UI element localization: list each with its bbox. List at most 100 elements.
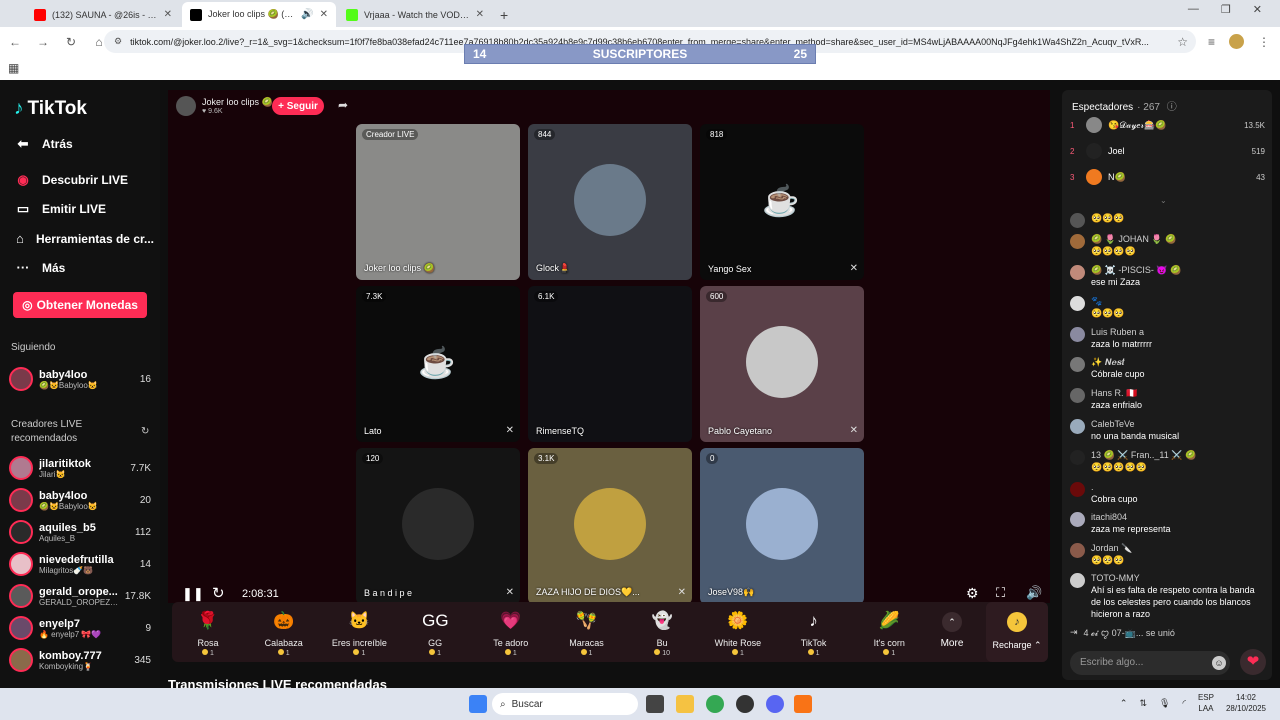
- app-icon[interactable]: [794, 695, 812, 713]
- site-info-icon[interactable]: ⚙: [114, 36, 122, 47]
- file-explorer-icon[interactable]: [676, 695, 694, 713]
- mic-icon[interactable]: 🎙: [1159, 698, 1170, 709]
- following-user[interactable]: baby4loo 🥝😺Babyloo😺 16: [9, 365, 151, 393]
- recharge-button[interactable]: ♪ Recharge ⌃: [986, 602, 1048, 662]
- top-viewer-row[interactable]: 1 😘𝒟𝒶𝓎𝑒𝓇🎰🥝 13.5K: [1070, 116, 1265, 134]
- windows-start-icon[interactable]: [469, 695, 487, 713]
- gift-item[interactable]: GG GG 1: [402, 608, 468, 657]
- share-icon[interactable]: ➦: [338, 98, 348, 112]
- clock[interactable]: 14:02 28/10/2025: [1226, 692, 1266, 714]
- menu-icon[interactable]: ⋮: [1258, 35, 1270, 49]
- volume-icon[interactable]: 🔊: [1026, 585, 1042, 601]
- more-gifts-button[interactable]: ⌃ More: [932, 612, 972, 649]
- creator-item[interactable]: aquiles_b5 Aquiles_B 112: [9, 518, 151, 546]
- expand-chevron-icon[interactable]: ⌄: [1160, 196, 1167, 205]
- guest-cell[interactable]: 0 JoseV98🙌: [700, 448, 864, 604]
- tiktok-logo[interactable]: ♪ TikTok: [14, 98, 87, 120]
- tab-tiktok[interactable]: Joker loo clips 🥝 (@joker.l 🔊 ✕: [182, 2, 336, 27]
- avatar[interactable]: [1070, 450, 1085, 465]
- tab-youtube[interactable]: (132) SAUNA - @26is - YouTube ✕: [26, 2, 180, 27]
- avatar[interactable]: [1070, 357, 1085, 372]
- network-icon[interactable]: ⇅: [1139, 698, 1147, 709]
- info-icon[interactable]: ⓘ: [1167, 102, 1177, 113]
- reload-icon[interactable]: ↻: [64, 35, 78, 49]
- discord-icon[interactable]: [766, 695, 784, 713]
- avatar[interactable]: [1070, 234, 1085, 249]
- chat-input[interactable]: Escribe algo...: [1070, 651, 1230, 675]
- avatar[interactable]: [1070, 482, 1085, 497]
- like-heart-icon[interactable]: ❤: [1240, 649, 1266, 675]
- tab-kick[interactable]: Vrjaaa - Watch the VOD on Kic ✕: [338, 2, 492, 27]
- fullscreen-icon[interactable]: ⛶: [996, 585, 1005, 601]
- close-icon[interactable]: ✕: [320, 9, 328, 20]
- nav-go-live[interactable]: ▭ Emitir LIVE: [14, 201, 154, 217]
- avatar[interactable]: [1070, 543, 1085, 558]
- guest-cell[interactable]: Creador LIVE Joker loo clips 🥝: [356, 124, 520, 280]
- refresh-stream-icon[interactable]: ↻: [212, 584, 225, 602]
- creator-item[interactable]: gerald_orope... GERALD_OROPEZA... 17.8K: [9, 582, 151, 610]
- guest-cell[interactable]: 600 Pablo Cayetano ✕: [700, 286, 864, 442]
- pause-icon[interactable]: ❚❚: [182, 586, 204, 602]
- avatar[interactable]: [1070, 573, 1085, 588]
- gift-item[interactable]: 👻 Bu 10: [629, 608, 695, 657]
- guest-cell[interactable]: 3.1K ZAZA HIJO DE DIOS💛... ✕: [528, 448, 692, 604]
- host-info[interactable]: Joker loo clips 🥝 ♥ 9.6K: [176, 96, 273, 116]
- gift-item[interactable]: 💗 Te adoro 1: [478, 608, 544, 657]
- nav-back[interactable]: ⬅ Atrás: [14, 136, 154, 152]
- gift-item[interactable]: 🌼 White Rose 1: [705, 608, 771, 657]
- new-tab-button[interactable]: +: [500, 7, 508, 23]
- gift-item[interactable]: 🪇 Maracas 1: [554, 608, 620, 657]
- guest-cell[interactable]: 6.1K RimenseTQ: [528, 286, 692, 442]
- guest-cell[interactable]: 844 Glock💄: [528, 124, 692, 280]
- nav-discover-live[interactable]: ◉ Descubrir LIVE: [14, 172, 154, 188]
- task-view-icon[interactable]: [646, 695, 664, 713]
- close-icon[interactable]: ✕: [476, 9, 484, 20]
- close-window-icon[interactable]: ✕: [1253, 3, 1262, 16]
- wifi-icon[interactable]: ◜: [1182, 698, 1186, 709]
- guest-cell[interactable]: ☕ 818 Yango Sex ✕: [700, 124, 864, 280]
- tray-chevron-icon[interactable]: ⌃: [1120, 698, 1128, 709]
- gift-item[interactable]: ♪ TikTok 1: [781, 608, 847, 657]
- get-coins-button[interactable]: ◎ Obtener Monedas: [13, 292, 147, 318]
- follow-button[interactable]: + Seguir: [272, 97, 324, 115]
- obs-icon[interactable]: [736, 695, 754, 713]
- gift-item[interactable]: 🐱 Eres increíble 1: [326, 608, 392, 657]
- creator-item[interactable]: baby4loo 🥝😺Babyloo😺 20: [9, 486, 151, 514]
- back-icon[interactable]: ←: [8, 35, 22, 49]
- close-icon[interactable]: ✕: [164, 9, 172, 20]
- star-icon[interactable]: ☆: [1177, 35, 1188, 49]
- creator-item[interactable]: nievedefrutilla Milagritos🍼🐻 14: [9, 550, 151, 578]
- refresh-icon[interactable]: ↻: [141, 426, 149, 437]
- profile-avatar[interactable]: [1229, 34, 1244, 49]
- creator-item[interactable]: komboy.777 Komboyking🍹 345: [9, 646, 151, 674]
- gift-item[interactable]: 🌽 It's corn 1: [856, 608, 922, 657]
- top-viewer-row[interactable]: 3 N🥝 43: [1070, 168, 1265, 186]
- avatar[interactable]: [1070, 388, 1085, 403]
- avatar[interactable]: [1070, 265, 1085, 280]
- emoji-icon[interactable]: ☺: [1212, 656, 1226, 670]
- avatar[interactable]: [1070, 327, 1085, 342]
- guest-cell[interactable]: ☕ 7.3K Lato ✕: [356, 286, 520, 442]
- nav-more[interactable]: ··· Más: [14, 260, 154, 275]
- apps-grid-icon[interactable]: ▦: [8, 61, 19, 75]
- language-indicator[interactable]: ESP LAA: [1198, 692, 1214, 714]
- avatar[interactable]: [1070, 213, 1085, 228]
- restore-icon[interactable]: ❐: [1221, 3, 1231, 16]
- nav-creator-tools[interactable]: ⌂ Herramientas de cr...: [14, 231, 154, 246]
- avatar[interactable]: [1070, 512, 1085, 527]
- minimize-icon[interactable]: —: [1188, 3, 1199, 16]
- reading-list-icon[interactable]: ≡: [1208, 35, 1215, 49]
- creator-item[interactable]: jilaritiktok Jilari😺 7.7K: [9, 454, 151, 482]
- avatar[interactable]: [1070, 419, 1085, 434]
- guest-cell[interactable]: 120 B a n d i p e ✕: [356, 448, 520, 604]
- gift-item[interactable]: 🌹 Rosa 1: [175, 608, 241, 657]
- settings-icon[interactable]: ⚙: [966, 585, 979, 602]
- forward-icon[interactable]: →: [36, 35, 50, 49]
- creator-item[interactable]: enyelp7 🔥 enyelp7 🎀💜 9: [9, 614, 151, 642]
- chrome-icon[interactable]: [706, 695, 724, 713]
- audio-icon[interactable]: 🔊: [301, 9, 313, 20]
- gift-item[interactable]: 🎃 Calabaza 1: [251, 608, 317, 657]
- top-viewer-row[interactable]: 2 Joel 519: [1070, 142, 1265, 160]
- avatar[interactable]: [1070, 296, 1085, 311]
- taskbar-search[interactable]: ⌕ Buscar: [492, 693, 638, 715]
